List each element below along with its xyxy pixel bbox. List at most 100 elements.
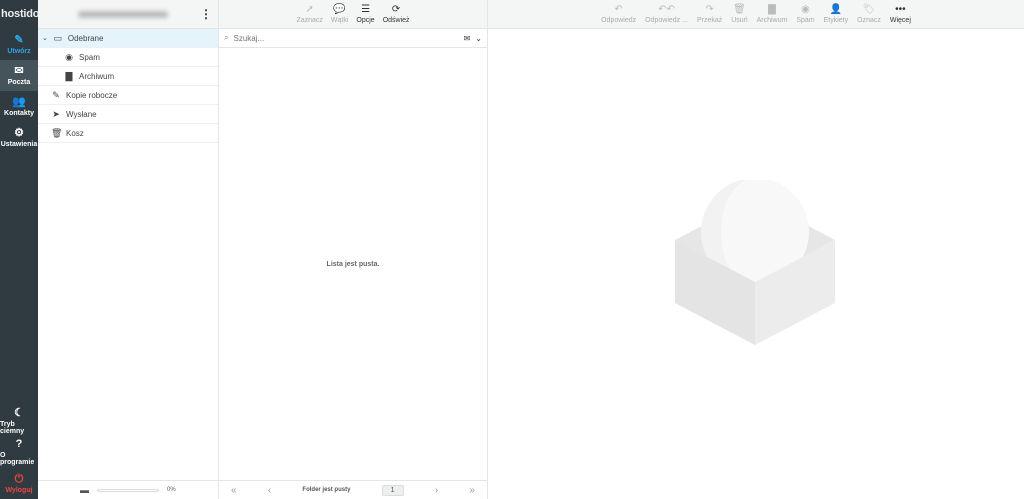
last-page-button[interactable]: » <box>469 485 475 496</box>
reply-all-label: Odpowiedz ... <box>645 16 688 24</box>
more-button[interactable]: ••• Więcej <box>889 3 911 24</box>
inbox-icon: ▭ <box>53 32 63 43</box>
options-button[interactable]: ☰ Opcje <box>356 3 375 24</box>
logout-label: Wyloguj <box>5 486 33 494</box>
folder-pane: ⋮ ⌄ ▭ Odebrane ◉ Spam ▇ Archiwum ✎ Kopie robo… <box>38 0 219 499</box>
tag-icon: 🏷 <box>862 3 876 15</box>
spam-label: Spam <box>796 16 815 24</box>
threads-label: Wątki <box>330 16 349 24</box>
folder-label: Wysłane <box>66 109 97 119</box>
refresh-icon: ⟳ <box>391 3 401 15</box>
forward-label: Przekaż <box>696 16 723 24</box>
nav-contacts[interactable]: 👥 Kontakty <box>0 91 38 122</box>
folder-sent[interactable]: ➤ Wysłane <box>38 105 218 124</box>
threads-button[interactable]: 💬 Wątki <box>330 3 349 24</box>
mark-button[interactable]: 🏷 Oznacz <box>857 3 881 24</box>
nav-mail[interactable]: ✉ Poczta <box>0 60 38 91</box>
account-menu-icon[interactable]: ⋮ <box>200 7 212 21</box>
gear-icon: ⚙ <box>14 126 24 139</box>
spam-icon: ◉ <box>65 51 73 62</box>
folder-drafts[interactable]: ✎ Kopie robocze <box>38 86 218 105</box>
reply-label: Odpowiedz <box>601 16 637 24</box>
spam-icon: ◉ <box>801 3 810 15</box>
folder-label: Kosz <box>66 128 84 138</box>
contacts-icon: 👥 <box>12 95 26 108</box>
contacts-label: Kontakty <box>4 109 34 117</box>
archive-icon: ▇ <box>768 3 776 15</box>
nav-settings[interactable]: ⚙ Ustawienia <box>0 122 38 153</box>
archive-icon: ▇ <box>65 70 73 81</box>
about-label: O programie <box>0 452 35 466</box>
folder-label: Spam <box>79 52 100 62</box>
compose-label: Utwórz <box>7 47 31 55</box>
reply-icon: ↶ <box>614 3 623 15</box>
labels-label: Etykiety <box>823 16 849 24</box>
about-button[interactable]: ? O programie <box>0 437 38 468</box>
options-label: Opcje <box>356 16 375 24</box>
compose-icon: ✎ <box>14 33 24 46</box>
archive-button[interactable]: ▇ Archiwum <box>756 3 788 24</box>
search-input[interactable] <box>233 33 459 43</box>
settings-label: Ustawienia <box>0 140 38 148</box>
archive-label: Archiwum <box>756 16 788 24</box>
refresh-button[interactable]: ⟳ Odśwież <box>382 3 410 24</box>
dark-mode-button[interactable]: ☾ Tryb ciemny <box>0 406 38 437</box>
select-button[interactable]: ➚ Zaznacz <box>296 3 323 24</box>
storage-icon: ▬ <box>80 485 89 495</box>
next-page-button[interactable]: › <box>435 485 438 496</box>
app-sidebar: hostido ✎ Utwórz ✉ Poczta 👥 Kontakty ⚙ Ustaw… <box>0 0 40 499</box>
delete-button[interactable]: 🗑 Usuń <box>731 3 748 24</box>
reply-button[interactable]: ↶ Odpowiedz <box>601 3 637 24</box>
trash-icon: 🗑 <box>733 3 746 15</box>
first-page-button[interactable]: « <box>231 485 237 496</box>
folder-trash[interactable]: 🗑 Kosz <box>38 124 218 143</box>
folder-label: Archiwum <box>79 71 115 81</box>
mark-label: Oznacz <box>857 16 881 24</box>
help-icon: ? <box>15 438 23 450</box>
moon-icon: ☾ <box>14 407 24 419</box>
power-icon: ⏻ <box>14 472 24 485</box>
chevron-down-icon[interactable]: ⌄ <box>42 34 48 42</box>
folder-label: Odebrane <box>67 33 104 43</box>
folder-inbox[interactable]: ⌄ ▭ Odebrane <box>38 29 218 48</box>
pencil-icon: ✎ <box>52 89 60 100</box>
sliders-icon: ☰ <box>361 3 371 15</box>
ellipsis-icon: ••• <box>895 3 906 15</box>
quota-text: 0% <box>167 487 176 493</box>
search-icon: ⌕ <box>224 33 229 42</box>
trash-icon: 🗑 <box>51 127 63 138</box>
prev-page-button[interactable]: ‹ <box>268 485 271 496</box>
folder-status: Folder jest pusty <box>302 487 351 493</box>
chevron-down-icon[interactable]: ⌄ <box>475 34 482 43</box>
empty-mailbox-illustration <box>675 180 835 345</box>
select-label: Zaznacz <box>296 16 323 24</box>
preview-pane: ↶ Odpowiedz ↶↶ Odpowiedz ... ↷ Przekaż 🗑 Usu… <box>488 0 1024 499</box>
quota-bar <box>97 488 159 492</box>
compose-button[interactable]: ✎ Utwórz <box>0 29 38 60</box>
logout-button[interactable]: ⏻ Wyloguj <box>0 468 38 499</box>
refresh-label: Odśwież <box>382 16 410 24</box>
logo: hostido <box>1 8 40 20</box>
reply-all-icon: ↶↶ <box>658 3 675 15</box>
envelope-icon[interactable]: ✉ <box>464 34 471 43</box>
empty-list-message: Lista jest pusta. <box>326 261 380 268</box>
folder-spam[interactable]: ◉ Spam <box>38 48 218 67</box>
folder-label: Kopie robocze <box>66 90 118 100</box>
more-label: Więcej <box>889 16 911 24</box>
forward-icon: ↷ <box>705 3 714 15</box>
user-tag-icon: 👤 <box>829 3 843 15</box>
folder-archive[interactable]: ▇ Archiwum <box>38 67 218 86</box>
comments-icon: 💬 <box>333 3 346 15</box>
page-number-input[interactable]: 1 <box>381 484 404 496</box>
reply-all-button[interactable]: ↶↶ Odpowiedz ... <box>645 3 688 24</box>
dark-mode-label: Tryb ciemny <box>0 421 25 435</box>
forward-button[interactable]: ↷ Przekaż <box>696 3 723 24</box>
send-icon: ➤ <box>52 108 60 119</box>
labels-button[interactable]: 👤 Etykiety <box>823 3 849 24</box>
cursor-icon: ➚ <box>305 3 314 15</box>
spam-button[interactable]: ◉ Spam <box>796 3 815 24</box>
delete-label: Usuń <box>731 16 748 24</box>
mail-label: Poczta <box>7 78 31 86</box>
account-name <box>78 10 168 18</box>
mail-icon: ✉ <box>14 64 24 77</box>
